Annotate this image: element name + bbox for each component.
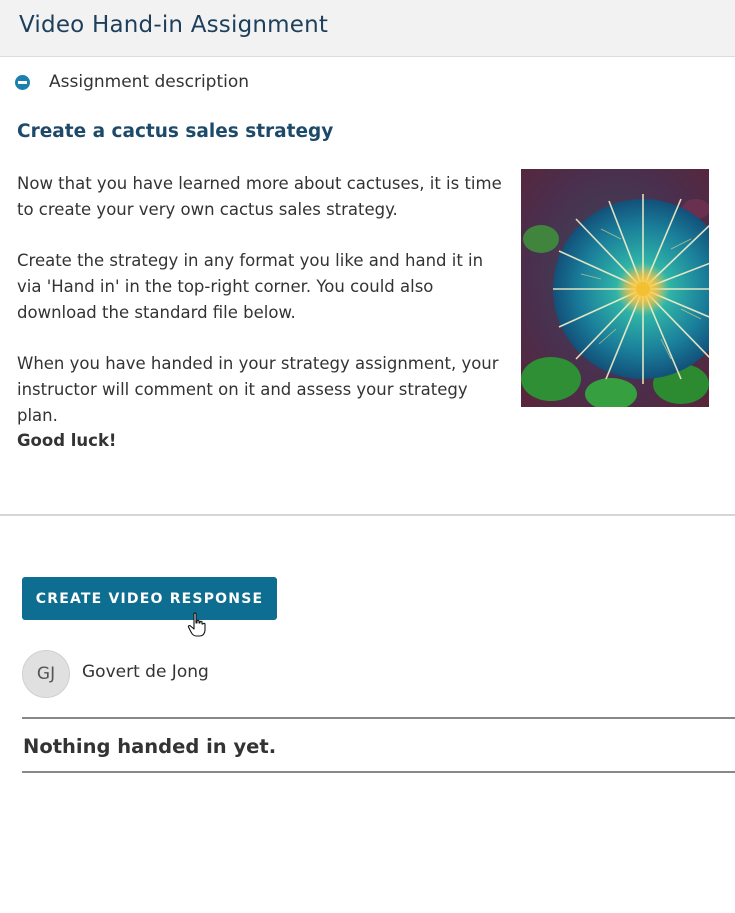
assignment-description-toggle[interactable]: Assignment description: [13, 70, 249, 94]
hand-cursor-icon: [187, 612, 206, 637]
submission-empty-state: Nothing handed in yet.: [23, 735, 277, 758]
submission-rule-top: [22, 717, 735, 719]
assignment-paragraph: Now that you have learned more about cac…: [17, 174, 502, 219]
assignment-paragraph: When you have handed in your strategy as…: [17, 354, 499, 425]
section-divider: [0, 514, 735, 516]
minus-circle-icon[interactable]: [15, 74, 30, 90]
page-header: Video Hand-in Assignment: [0, 0, 735, 57]
submission-rule-bottom: [22, 771, 735, 773]
create-video-response-button[interactable]: CREATE VIDEO RESPONSE: [22, 577, 277, 620]
user-avatar: GJ: [22, 650, 70, 698]
assignment-paragraph: Create the strategy in any format you li…: [17, 251, 484, 322]
good-luck-text: Good luck!: [17, 431, 117, 450]
cactus-image: [521, 169, 709, 407]
user-name: Govert de Jong: [82, 662, 209, 682]
assignment-title: Create a cactus sales strategy: [17, 121, 334, 142]
page-title: Video Hand-in Assignment: [19, 12, 329, 38]
assignment-description-label[interactable]: Assignment description: [49, 72, 249, 92]
